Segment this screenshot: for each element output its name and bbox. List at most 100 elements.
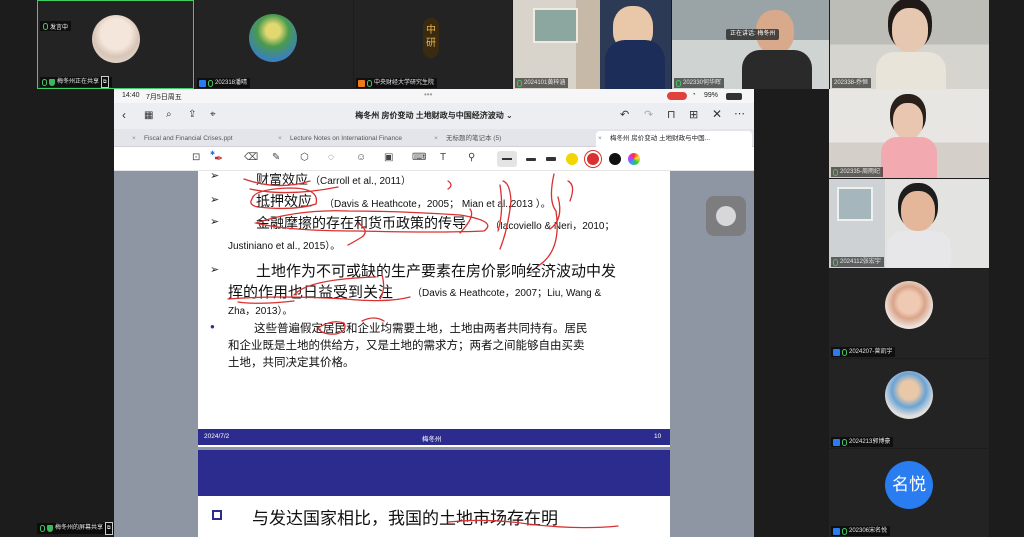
participant-name: 中央财经大学研究生院 <box>356 78 438 88</box>
laser-pointer-icon[interactable]: ⚲ <box>468 152 482 166</box>
close-icon[interactable]: × <box>132 131 136 147</box>
lasso-read-icon[interactable]: ⊡ <box>192 152 206 166</box>
wifi-icon: ◔ <box>692 92 696 98</box>
participant-name: 202306宋名悦 <box>831 526 891 536</box>
wall-painting <box>837 187 873 221</box>
participant-name: 202318潘晴 <box>197 78 251 88</box>
footer-date: 2024/7/2 <box>204 433 230 440</box>
close-icon[interactable]: × <box>598 131 602 147</box>
participant-tile[interactable]: 2024101黄梓涵 <box>513 0 671 89</box>
color-black[interactable] <box>609 153 621 165</box>
pen-icon[interactable]: ✒ <box>214 152 228 166</box>
text-icon[interactable]: T <box>440 152 454 166</box>
document-title[interactable]: 梅冬州 房价变动 土地财政与中国经济波动 ⌄ <box>114 110 754 121</box>
participant-tile[interactable]: 2024213郭博豪 <box>829 359 989 448</box>
document-canvas[interactable]: ➢ 财富效应 （Carroll et al., 2011） ➢ 抵押效应 （Da… <box>114 170 754 537</box>
bookmark-icon[interactable]: ⊓ <box>667 108 676 121</box>
tab[interactable]: × Lecture Notes on International Finance <box>276 131 432 147</box>
speaking-indicator: 正在讲话: 梅冬州 <box>726 29 780 40</box>
mic-icon <box>842 438 847 446</box>
next-slide-page: 与发达国家相比，我国的土地市场存在明 <box>198 450 670 537</box>
ipad-status-bar: 14:40 7月5日周五 ••• ◔ 99% <box>114 89 754 103</box>
screen-share-label: 梅冬州的屏幕共享 ⧉ <box>37 522 116 535</box>
drawing-toolbar: ⊡ ✒ ✱ ⌫ ✎ ⬡ ◌ ☺ ▣ ⌨ T ⚲ <box>114 147 754 171</box>
color-yellow[interactable] <box>566 153 578 165</box>
user-icon <box>833 527 840 535</box>
add-page-icon[interactable]: ⊞ <box>689 108 698 121</box>
tab-active[interactable]: × 梅冬州 房价变动 土地财政与中国... <box>596 131 752 147</box>
eraser-icon[interactable]: ⌫ <box>244 152 258 166</box>
participant-name: 202335-周雨纪 <box>831 167 884 177</box>
mic-icon <box>367 79 372 87</box>
battery-icon <box>726 93 742 100</box>
stroke-thin-selected[interactable] <box>497 151 517 167</box>
participant-name: 2024213郭博豪 <box>831 437 894 447</box>
ink-annotations <box>447 519 619 529</box>
app-title-bar: ‹ ▦ ⌕ ⇪ ⌖ 梅冬州 房价变动 土地财政与中国经济波动 ⌄ ↶ ↷ ⊓ ⊞… <box>114 103 754 129</box>
battery-percent: 99% <box>704 92 719 99</box>
person-video <box>742 50 812 89</box>
shapes-icon[interactable]: ⬡ <box>300 152 314 166</box>
tab[interactable]: × 无标题的笔记本 (5) <box>432 131 594 147</box>
share-icon: ⧉ <box>105 522 113 535</box>
avatar <box>92 15 140 63</box>
name-avatar: 名悦 <box>885 461 933 509</box>
stroke-thick[interactable] <box>546 157 556 161</box>
right-gutter <box>754 89 829 537</box>
participant-tile[interactable]: 正在讲话: 梅冬州 202330何华晖 <box>672 0 829 89</box>
color-red-selected[interactable] <box>587 153 599 165</box>
close-icon[interactable]: × <box>434 131 438 147</box>
lasso-icon[interactable]: ◌ <box>328 152 342 166</box>
sticker-icon[interactable]: ☺ <box>356 152 370 166</box>
user-icon <box>833 438 840 446</box>
assistive-touch-button[interactable] <box>706 196 746 236</box>
participant-tile[interactable]: 202338-乔恒 <box>830 0 989 89</box>
share-icon: ⧉ <box>101 76 109 88</box>
participant-tile[interactable]: 发言中 梅冬州正在共享 ⧉ <box>37 0 194 89</box>
person-video <box>892 8 928 52</box>
participant-tile[interactable]: 2024207-曾凯宇 <box>829 269 989 358</box>
shield-icon <box>47 525 53 532</box>
redo-icon[interactable]: ↷ <box>644 108 653 121</box>
user-icon <box>833 348 840 356</box>
tab[interactable]: × Fiscal and Financial Crises.ppt <box>130 131 276 147</box>
multitask-dots-icon: ••• <box>424 90 433 99</box>
participant-tile[interactable]: 名悦 202306宋名悦 <box>829 449 989 537</box>
mic-icon <box>42 78 47 86</box>
mic-icon <box>676 79 681 87</box>
participant-tile[interactable]: 202335-周雨纪 <box>829 89 989 178</box>
mic-icon <box>842 527 847 535</box>
mic-icon <box>842 348 847 356</box>
stroke-medium[interactable] <box>526 158 536 161</box>
participant-tile[interactable]: 2024112张宏宇 <box>829 179 989 268</box>
highlighter-icon[interactable]: ✎ <box>272 152 286 166</box>
university-logo: 中研 <box>423 18 439 58</box>
clock: 14:40 <box>122 92 140 99</box>
participant-name: 梅冬州正在共享 ⧉ <box>40 76 112 88</box>
close-icon[interactable]: × <box>278 131 282 147</box>
mic-icon <box>40 525 45 532</box>
image-icon[interactable]: ▣ <box>384 152 398 166</box>
mic-icon <box>833 168 838 176</box>
undo-icon[interactable]: ↶ <box>620 108 629 121</box>
participant-name: 202338-乔恒 <box>832 78 872 88</box>
color-picker-icon[interactable] <box>628 153 640 165</box>
person-video <box>901 191 935 231</box>
person-video <box>876 52 946 89</box>
person-video <box>881 137 937 178</box>
mic-icon <box>208 79 213 87</box>
avatar <box>885 371 933 419</box>
date: 7月5日周五 <box>146 94 182 101</box>
participant-tile[interactable]: 202318潘晴 <box>195 0 353 89</box>
close-icon[interactable]: ✕ <box>712 107 722 121</box>
shield-icon <box>49 78 55 86</box>
participant-name: 2024207-曾凯宇 <box>831 347 896 357</box>
keyboard-icon[interactable]: ⌨ <box>412 152 426 166</box>
right-margin <box>989 0 1024 537</box>
more-icon[interactable]: ⋯ <box>734 107 745 120</box>
person-video <box>887 231 951 268</box>
user-icon <box>199 79 206 87</box>
mic-icon <box>833 258 838 266</box>
participant-tile[interactable]: 中研 中央财经大学研究生院 <box>354 0 512 89</box>
shared-screen[interactable]: 14:40 7月5日周五 ••• ◔ 99% ‹ ▦ ⌕ ⇪ ⌖ 梅冬州 房价变… <box>114 89 754 537</box>
